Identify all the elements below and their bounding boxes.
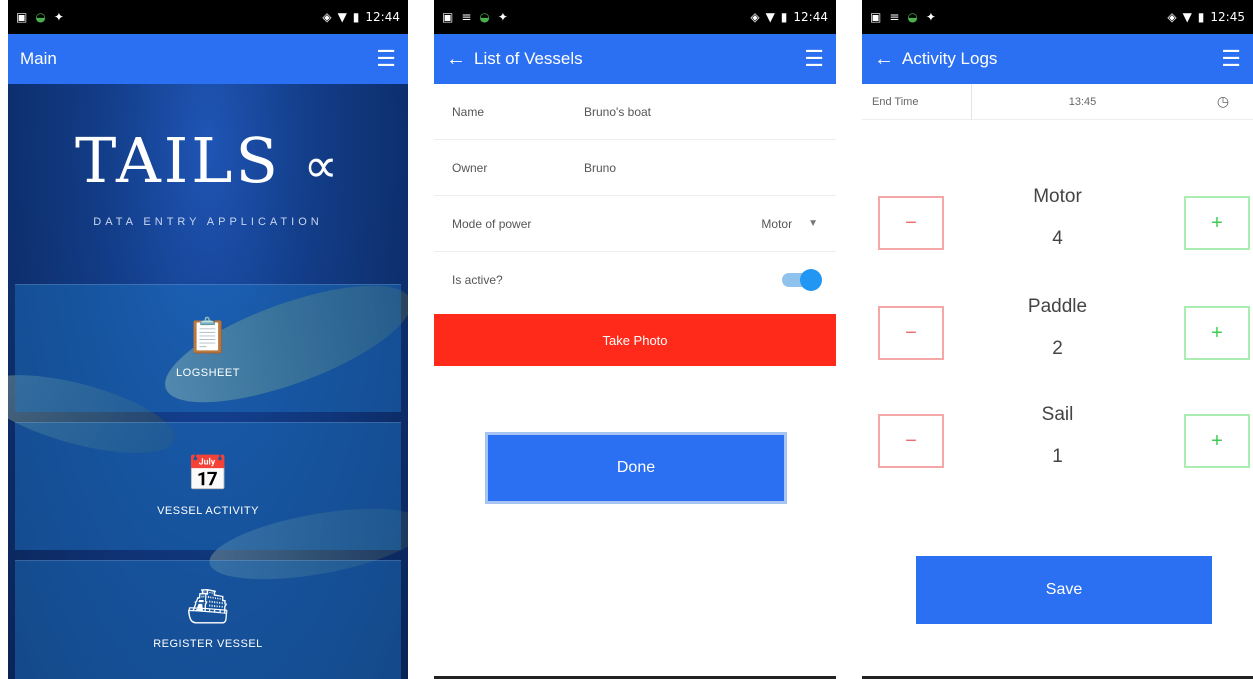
owner-row: Owner Bruno [434, 140, 836, 196]
counter-name: Motor [1033, 186, 1082, 207]
paddle-decrement-button[interactable]: − [878, 306, 944, 360]
signal-icon: ▼ [337, 10, 347, 24]
counter-value: 1 [1052, 446, 1063, 467]
power-select[interactable]: Motor [761, 217, 792, 231]
battery-icon: ▮ [352, 10, 360, 24]
save-button[interactable]: Save [916, 556, 1212, 624]
page-title: List of Vessels [474, 49, 583, 68]
main-screen: ▣ ◒ ✦ ◈ ▼ ▮ 12:44 Main ☰ TAILS ∝ DATA ENTRY A… [8, 0, 408, 679]
owner-label: Owner [452, 160, 488, 175]
status-bar: ▣ ◒ ✦ ◈ ▼ ▮ 12:44 [8, 0, 408, 34]
done-button[interactable]: Done [488, 435, 784, 501]
paddle-counter: − Paddle 2 + [862, 296, 1253, 386]
end-time-value[interactable]: 13:45 [972, 96, 1193, 108]
active-row: Is active? [434, 252, 836, 308]
tile-label: VESSEL ACTIVITY [157, 504, 259, 517]
counter-name: Sail [1041, 404, 1074, 425]
motor-counter: − Motor 4 + [862, 186, 1253, 276]
usb-icon: ≡ [461, 10, 472, 24]
menu-icon[interactable]: ☰ [1221, 46, 1241, 72]
app-bar: Main ☰ [8, 34, 408, 84]
android-icon: ◒ [35, 10, 46, 24]
wifi-icon: ◈ [750, 10, 760, 24]
active-label: Is active? [452, 273, 503, 287]
name-label: Name [452, 104, 485, 119]
name-row: Name Bruno's boat [434, 84, 836, 140]
app-logo: TAILS ∝ [75, 124, 341, 197]
wifi-icon: ◈ [322, 10, 332, 24]
clock: 12:44 [793, 10, 828, 24]
vessel-activity-tile[interactable]: 📅 VESSEL ACTIVITY [15, 422, 401, 550]
power-row: Mode of power Motor ▼ [434, 196, 836, 252]
paddle-increment-button[interactable]: + [1184, 306, 1250, 360]
menu-icon[interactable]: ☰ [376, 46, 396, 72]
app-bar: ← Activity Logs ☰ [862, 34, 1253, 84]
clock: 12:44 [365, 10, 400, 24]
usb-icon: ✦ [53, 10, 64, 24]
hero-background: TAILS ∝ DATA ENTRY APPLICATION 📋 LOGSHEE… [8, 84, 408, 679]
image-icon: ▣ [442, 10, 454, 24]
sail-decrement-button[interactable]: − [878, 414, 944, 468]
app-subtitle: DATA ENTRY APPLICATION [93, 216, 323, 228]
logsheet-tile[interactable]: 📋 LOGSHEET [15, 284, 401, 412]
clipboard-icon: 📋 [186, 316, 230, 355]
boat-icon: ⛴ [186, 588, 230, 626]
name-field[interactable]: Bruno's boat [584, 105, 818, 119]
register-vessel-tile[interactable]: ⛴ REGISTER VESSEL [15, 560, 401, 679]
status-bar: ▣ ≡ ◒ ✦ ◈ ▼ ▮ 12:45 [862, 0, 1253, 34]
motor-increment-button[interactable]: + [1184, 196, 1250, 250]
chevron-down-icon[interactable]: ▼ [808, 218, 818, 229]
usb-icon: ≡ [889, 10, 900, 24]
take-photo-button[interactable]: Take Photo [434, 314, 836, 366]
back-arrow-icon[interactable]: ← [874, 48, 902, 71]
end-time-label: End Time [862, 83, 972, 120]
page-title: Activity Logs [902, 49, 998, 68]
sail-increment-button[interactable]: + [1184, 414, 1250, 468]
vessel-screen: ▣ ≡ ◒ ✦ ◈ ▼ ▮ 12:44 ← List of Vessels ☰ Name B… [434, 0, 836, 679]
signal-icon: ▼ [1182, 10, 1192, 24]
battery-icon: ▮ [1197, 10, 1205, 24]
motor-decrement-button[interactable]: − [878, 196, 944, 250]
image-icon: ▣ [16, 10, 28, 24]
tile-label: LOGSHEET [176, 366, 240, 379]
toggle-knob [800, 269, 822, 291]
active-toggle[interactable] [782, 269, 822, 291]
page-title: Main [20, 49, 57, 68]
power-label: Mode of power [452, 216, 532, 231]
tile-label: REGISTER VESSEL [153, 638, 263, 650]
end-time-row: End Time 13:45 ◷ [862, 83, 1253, 120]
sail-counter: − Sail 1 + [862, 404, 1253, 494]
android-icon: ◒ [479, 10, 490, 24]
usb-icon: ✦ [497, 10, 508, 24]
signal-icon: ▼ [765, 10, 775, 24]
counter-value: 4 [1052, 228, 1063, 249]
usb-icon: ✦ [925, 10, 936, 24]
calendar-icon: 📅 [186, 454, 230, 493]
activity-screen: ▣ ≡ ◒ ✦ ◈ ▼ ▮ 12:45 ← Activity Logs ☰ End Time… [862, 0, 1253, 679]
image-icon: ▣ [870, 10, 882, 24]
android-icon: ◒ [907, 10, 918, 24]
app-bar: ← List of Vessels ☰ [434, 34, 836, 84]
owner-field[interactable]: Bruno [584, 161, 818, 175]
menu-icon[interactable]: ☰ [804, 46, 824, 72]
counter-value: 2 [1052, 338, 1063, 359]
clock-icon[interactable]: ◷ [1193, 93, 1253, 110]
counter-name: Paddle [1027, 296, 1088, 317]
battery-icon: ▮ [780, 10, 788, 24]
status-bar: ▣ ≡ ◒ ✦ ◈ ▼ ▮ 12:44 [434, 0, 836, 34]
back-arrow-icon[interactable]: ← [446, 48, 474, 71]
wifi-icon: ◈ [1167, 10, 1177, 24]
clock: 12:45 [1210, 10, 1245, 24]
